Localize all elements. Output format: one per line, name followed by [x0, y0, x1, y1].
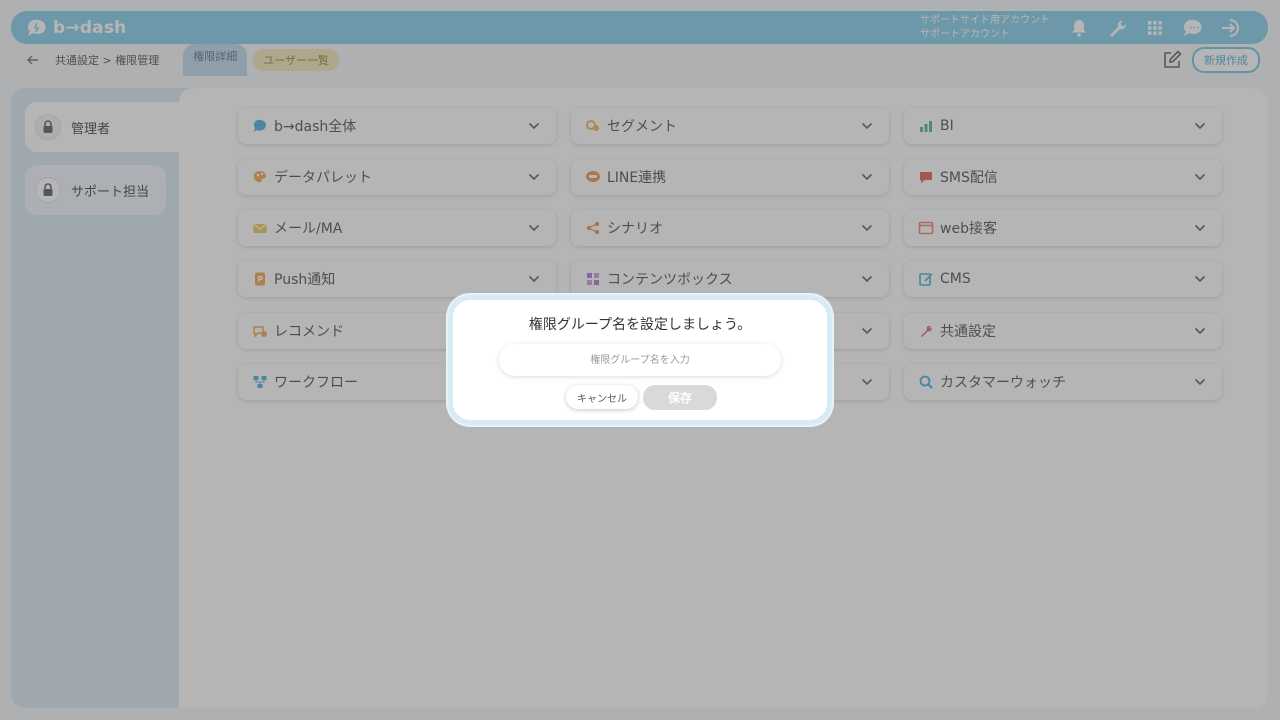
cancel-button[interactable]: キャンセル [566, 385, 638, 409]
modal-title: 権限グループ名を設定しましょう。 [528, 317, 752, 333]
save-button[interactable]: 保存 [643, 385, 717, 410]
group-name-modal: 権限グループ名を設定しましょう。 キャンセル 保存 [448, 295, 832, 425]
group-name-input[interactable] [499, 344, 781, 376]
